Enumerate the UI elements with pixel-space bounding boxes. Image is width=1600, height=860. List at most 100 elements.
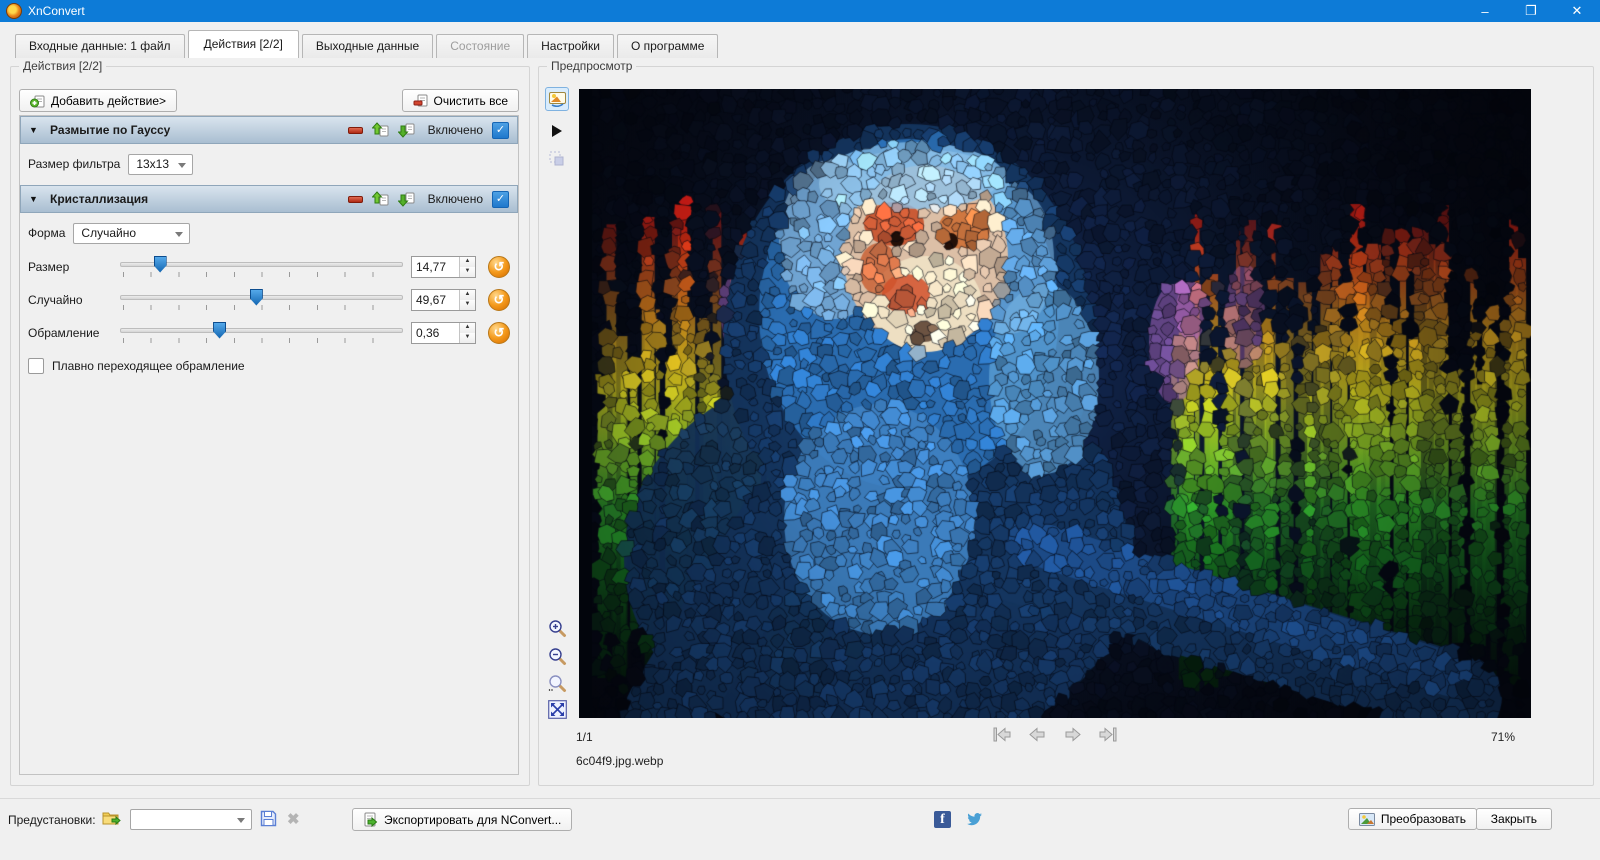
random-spinbox[interactable]: 49,67 ▲ ▼ [411,288,476,311]
twitter-icon[interactable] [966,811,983,831]
random-value[interactable]: 49,67 [412,290,459,310]
last-image-button[interactable] [1098,727,1118,742]
zoom-in-button[interactable] [545,616,569,640]
spin-up-icon[interactable]: ▲ [460,289,475,300]
export-label: Экспортировать для NConvert... [384,812,562,827]
fit-to-window-icon [547,699,567,719]
border-spinbox[interactable]: 0,36 ▲ ▼ [411,321,476,344]
move-down-icon[interactable] [397,122,415,138]
zoom-out-icon [548,647,566,665]
filter-size-select[interactable]: 13x13 [128,153,194,175]
restore-button[interactable]: ❐ [1508,0,1554,22]
border-slider[interactable] [120,321,403,345]
random-reset-button[interactable]: ↺ [488,288,510,311]
clear-all-button[interactable]: Очистить все [401,89,519,112]
save-icon [260,810,277,827]
export-nconvert-button[interactable]: Экспортировать для NConvert... [352,808,573,831]
actions-legend: Действия [2/2] [19,59,107,73]
spin-up-icon[interactable]: ▲ [460,322,475,333]
move-up-icon[interactable] [371,122,389,138]
window-title: XnConvert [28,4,85,18]
play-preview-button[interactable] [545,119,569,143]
fit-to-window-button[interactable] [545,697,569,721]
tab-bar: Входные данные: 1 файл Действия [2/2] Вы… [0,22,1600,58]
remove-action-icon[interactable] [347,126,363,134]
tab-about[interactable]: О программе [616,34,719,58]
preview-legend: Предпросмотр [547,59,637,73]
close-button[interactable]: Закрыть [1475,808,1552,830]
spin-down-icon[interactable]: ▼ [460,266,475,277]
tab-settings[interactable]: Настройки [527,34,614,58]
tab-input-files[interactable]: Входные данные: 1 файл [15,34,185,58]
preview-image[interactable] [579,89,1531,718]
size-slider[interactable] [120,255,403,279]
shape-label: Форма [28,226,66,240]
action-header-crystallize[interactable]: ▼ Кристаллизация Включено ✓ [20,185,518,213]
move-down-icon[interactable] [397,191,415,207]
chevron-down-icon [178,162,187,168]
spin-up-icon[interactable]: ▲ [460,256,475,267]
minimize-button[interactable]: – [1462,0,1508,22]
selection-icon [549,151,564,166]
slider-thumb[interactable] [153,255,167,273]
app-icon [6,3,22,19]
border-reset-button[interactable]: ↺ [488,321,510,344]
tab-output[interactable]: Выходные данные [301,34,434,58]
size-value[interactable]: 14,77 [412,257,459,277]
spin-down-icon[interactable]: ▼ [460,332,475,343]
first-image-button[interactable] [992,727,1012,742]
close-window-button[interactable]: ✕ [1554,0,1600,22]
convert-button[interactable]: Преобразовать [1347,808,1477,830]
slider-thumb[interactable] [249,288,263,306]
folder-icon [102,812,121,826]
collapse-icon[interactable]: ▼ [29,194,41,204]
add-action-label: Добавить действие> [51,93,167,108]
zoom-out-button[interactable] [545,644,569,668]
zoom-actual-size-button[interactable] [545,671,569,695]
preview-groupbox: Предпросмотр 1/1 71% 6c04f9.jpg.webp [538,59,1594,786]
slider-ticks [123,337,400,343]
move-up-icon[interactable] [371,191,389,207]
clear-all-label: Очистить все [433,93,508,108]
open-preset-folder-button[interactable] [102,810,121,829]
preset-select[interactable] [130,809,252,830]
add-action-button[interactable]: Добавить действие> [19,89,178,112]
footer-bar: Предустановки: ✖ Экспортировать для NCon… [0,798,1600,860]
random-slider[interactable] [120,288,403,312]
slider-thumb[interactable] [213,321,227,339]
clear-all-icon [413,94,428,107]
enabled-label: Включено [427,192,483,206]
collapse-icon[interactable]: ▼ [29,125,41,135]
preview-filename: 6c04f9.jpg.webp [576,754,664,768]
enabled-checkbox[interactable]: ✓ [492,121,509,139]
previous-image-button[interactable] [1029,727,1046,742]
shape-value: Случайно [81,225,137,240]
shape-select[interactable]: Случайно [73,222,191,244]
title-bar: XnConvert – ❐ ✕ [0,0,1600,22]
actions-groupbox: Действия [2/2] Добавить действие> Очисти… [10,59,530,786]
smooth-border-label: Плавно переходящее обрамление [52,359,245,373]
delete-preset-button: ✖ [287,811,300,828]
size-reset-button[interactable]: ↺ [488,255,510,278]
slider-track[interactable] [120,327,403,333]
facebook-icon[interactable]: f [934,811,951,828]
action-header-gaussian-blur[interactable]: ▼ Размытие по Гауссу Включено ✓ [20,116,518,144]
size-spinbox[interactable]: 14,77 ▲ ▼ [411,255,476,278]
convert-icon [1358,812,1375,826]
preview-image-button[interactable] [545,87,569,111]
preview-navigation [579,727,1531,742]
slider-ticks [123,304,400,310]
filter-size-value: 13x13 [136,156,170,171]
action-title: Кристаллизация [50,192,149,206]
enabled-checkbox[interactable]: ✓ [492,190,509,208]
spin-down-icon[interactable]: ▼ [460,299,475,310]
next-image-button[interactable] [1064,727,1081,742]
remove-action-icon[interactable] [347,195,363,203]
smooth-border-checkbox[interactable] [28,358,44,374]
selection-button [545,147,569,171]
tab-actions[interactable]: Действия [2/2] [187,30,299,58]
actions-list: ▼ Размытие по Гауссу Включено ✓ Размер ф… [19,115,519,775]
border-value[interactable]: 0,36 [412,323,459,343]
save-preset-button[interactable] [260,810,277,830]
border-slider-label: Обрамление [28,325,100,340]
